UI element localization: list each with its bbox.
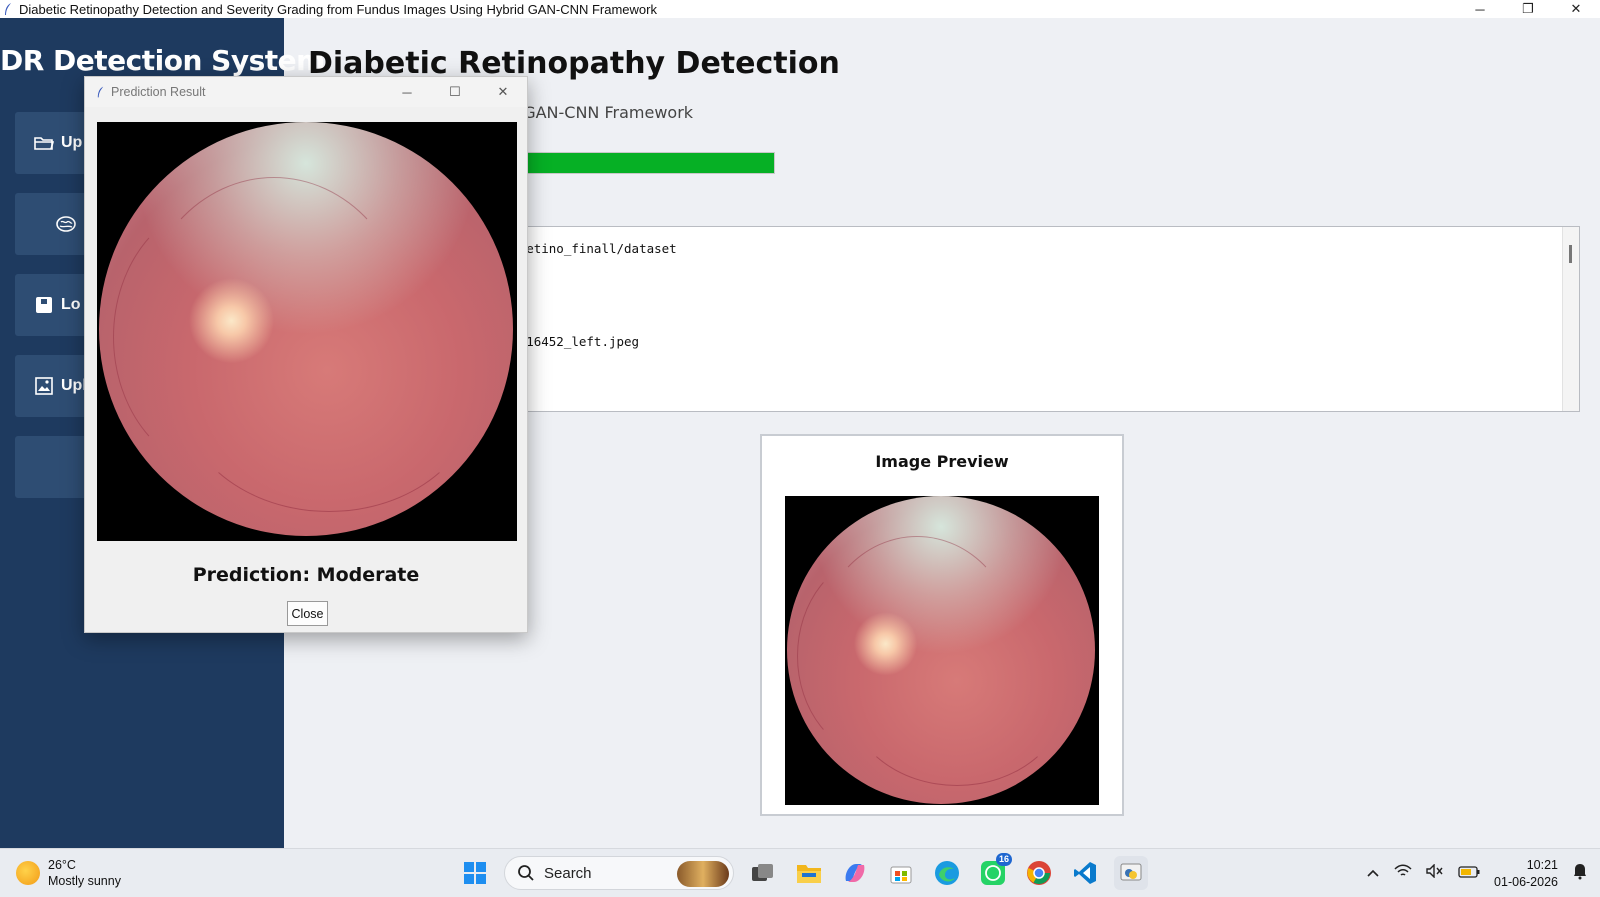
log-scrollbar[interactable] (1562, 227, 1579, 411)
store-icon[interactable] (884, 856, 918, 890)
sidebar-button-label: Lo (61, 296, 81, 313)
copilot-icon[interactable] (838, 856, 872, 890)
result-fundus-image (97, 122, 517, 541)
brain-icon (55, 213, 77, 235)
sidebar-button-label: Up (61, 134, 83, 151)
restore-button[interactable]: ❐ (1504, 0, 1552, 18)
preview-fundus-image (785, 496, 1099, 805)
prediction-label: Prediction: Moderate (192, 564, 420, 586)
sun-icon (16, 861, 40, 885)
taskbar: 26°C Mostly sunny Search 16 10:21 01-06-… (0, 848, 1600, 897)
wifi-icon[interactable] (1394, 864, 1412, 883)
clock-date: 01-06-2026 (1494, 874, 1558, 889)
vscode-icon[interactable] (1068, 856, 1102, 890)
edge-icon[interactable] (930, 856, 964, 890)
folder-icon (33, 132, 55, 154)
dialog-close-icon[interactable]: ✕ (479, 77, 527, 107)
weather-condition: Mostly sunny (48, 874, 121, 888)
feather-icon (5, 3, 11, 15)
search-label: Search (544, 864, 592, 882)
window-title: Diabetic Retinopathy Detection and Sever… (19, 1, 657, 17)
weather-widget[interactable]: 26°C Mostly sunny (16, 857, 121, 889)
search-highlight-image (677, 861, 729, 887)
box-icon (33, 294, 55, 316)
feather-icon (97, 86, 104, 98)
weather-temperature: 26°C (48, 858, 76, 872)
volume-muted-icon[interactable] (1426, 863, 1444, 883)
notification-badge: 16 (995, 853, 1012, 866)
scrollbar-thumb[interactable] (1569, 245, 1572, 263)
dialog-titlebar: Prediction Result ─ ☐ ✕ (85, 77, 527, 107)
close-window-button[interactable]: ✕ (1552, 0, 1600, 18)
battery-icon[interactable] (1458, 865, 1480, 883)
dialog-close-button[interactable]: Close (287, 601, 328, 626)
chrome-icon[interactable] (1022, 856, 1056, 890)
image-preview-title: Image Preview (875, 452, 1009, 471)
image-preview-panel: Image Preview (760, 434, 1124, 816)
file-explorer-icon[interactable] (792, 856, 826, 890)
image-icon (33, 375, 55, 397)
sidebar-brand: DR Detection System (0, 44, 325, 77)
task-view-icon[interactable] (746, 856, 780, 890)
search-icon (518, 865, 534, 881)
clock-time: 10:21 (1526, 857, 1558, 872)
dialog-title: Prediction Result (111, 85, 206, 99)
dialog-maximize-button[interactable]: ☐ (431, 77, 479, 107)
whatsapp-icon[interactable]: 16 (976, 853, 1012, 890)
python-app-icon[interactable] (1114, 856, 1148, 890)
window-titlebar: Diabetic Retinopathy Detection and Sever… (0, 0, 1600, 18)
clock[interactable]: 10:21 01-06-2026 (1494, 857, 1558, 891)
dialog-minimize-button[interactable]: ─ (383, 77, 431, 107)
prediction-dialog: Prediction Result ─ ☐ ✕ Prediction: Mode… (84, 76, 528, 633)
start-icon[interactable] (458, 856, 492, 890)
taskbar-search[interactable]: Search (504, 856, 734, 890)
chevron-up-icon[interactable] (1366, 865, 1380, 883)
sidebar-button-label: Upl (61, 377, 87, 394)
notification-icon[interactable] (1572, 862, 1588, 885)
minimize-button[interactable]: ─ (1456, 0, 1504, 18)
